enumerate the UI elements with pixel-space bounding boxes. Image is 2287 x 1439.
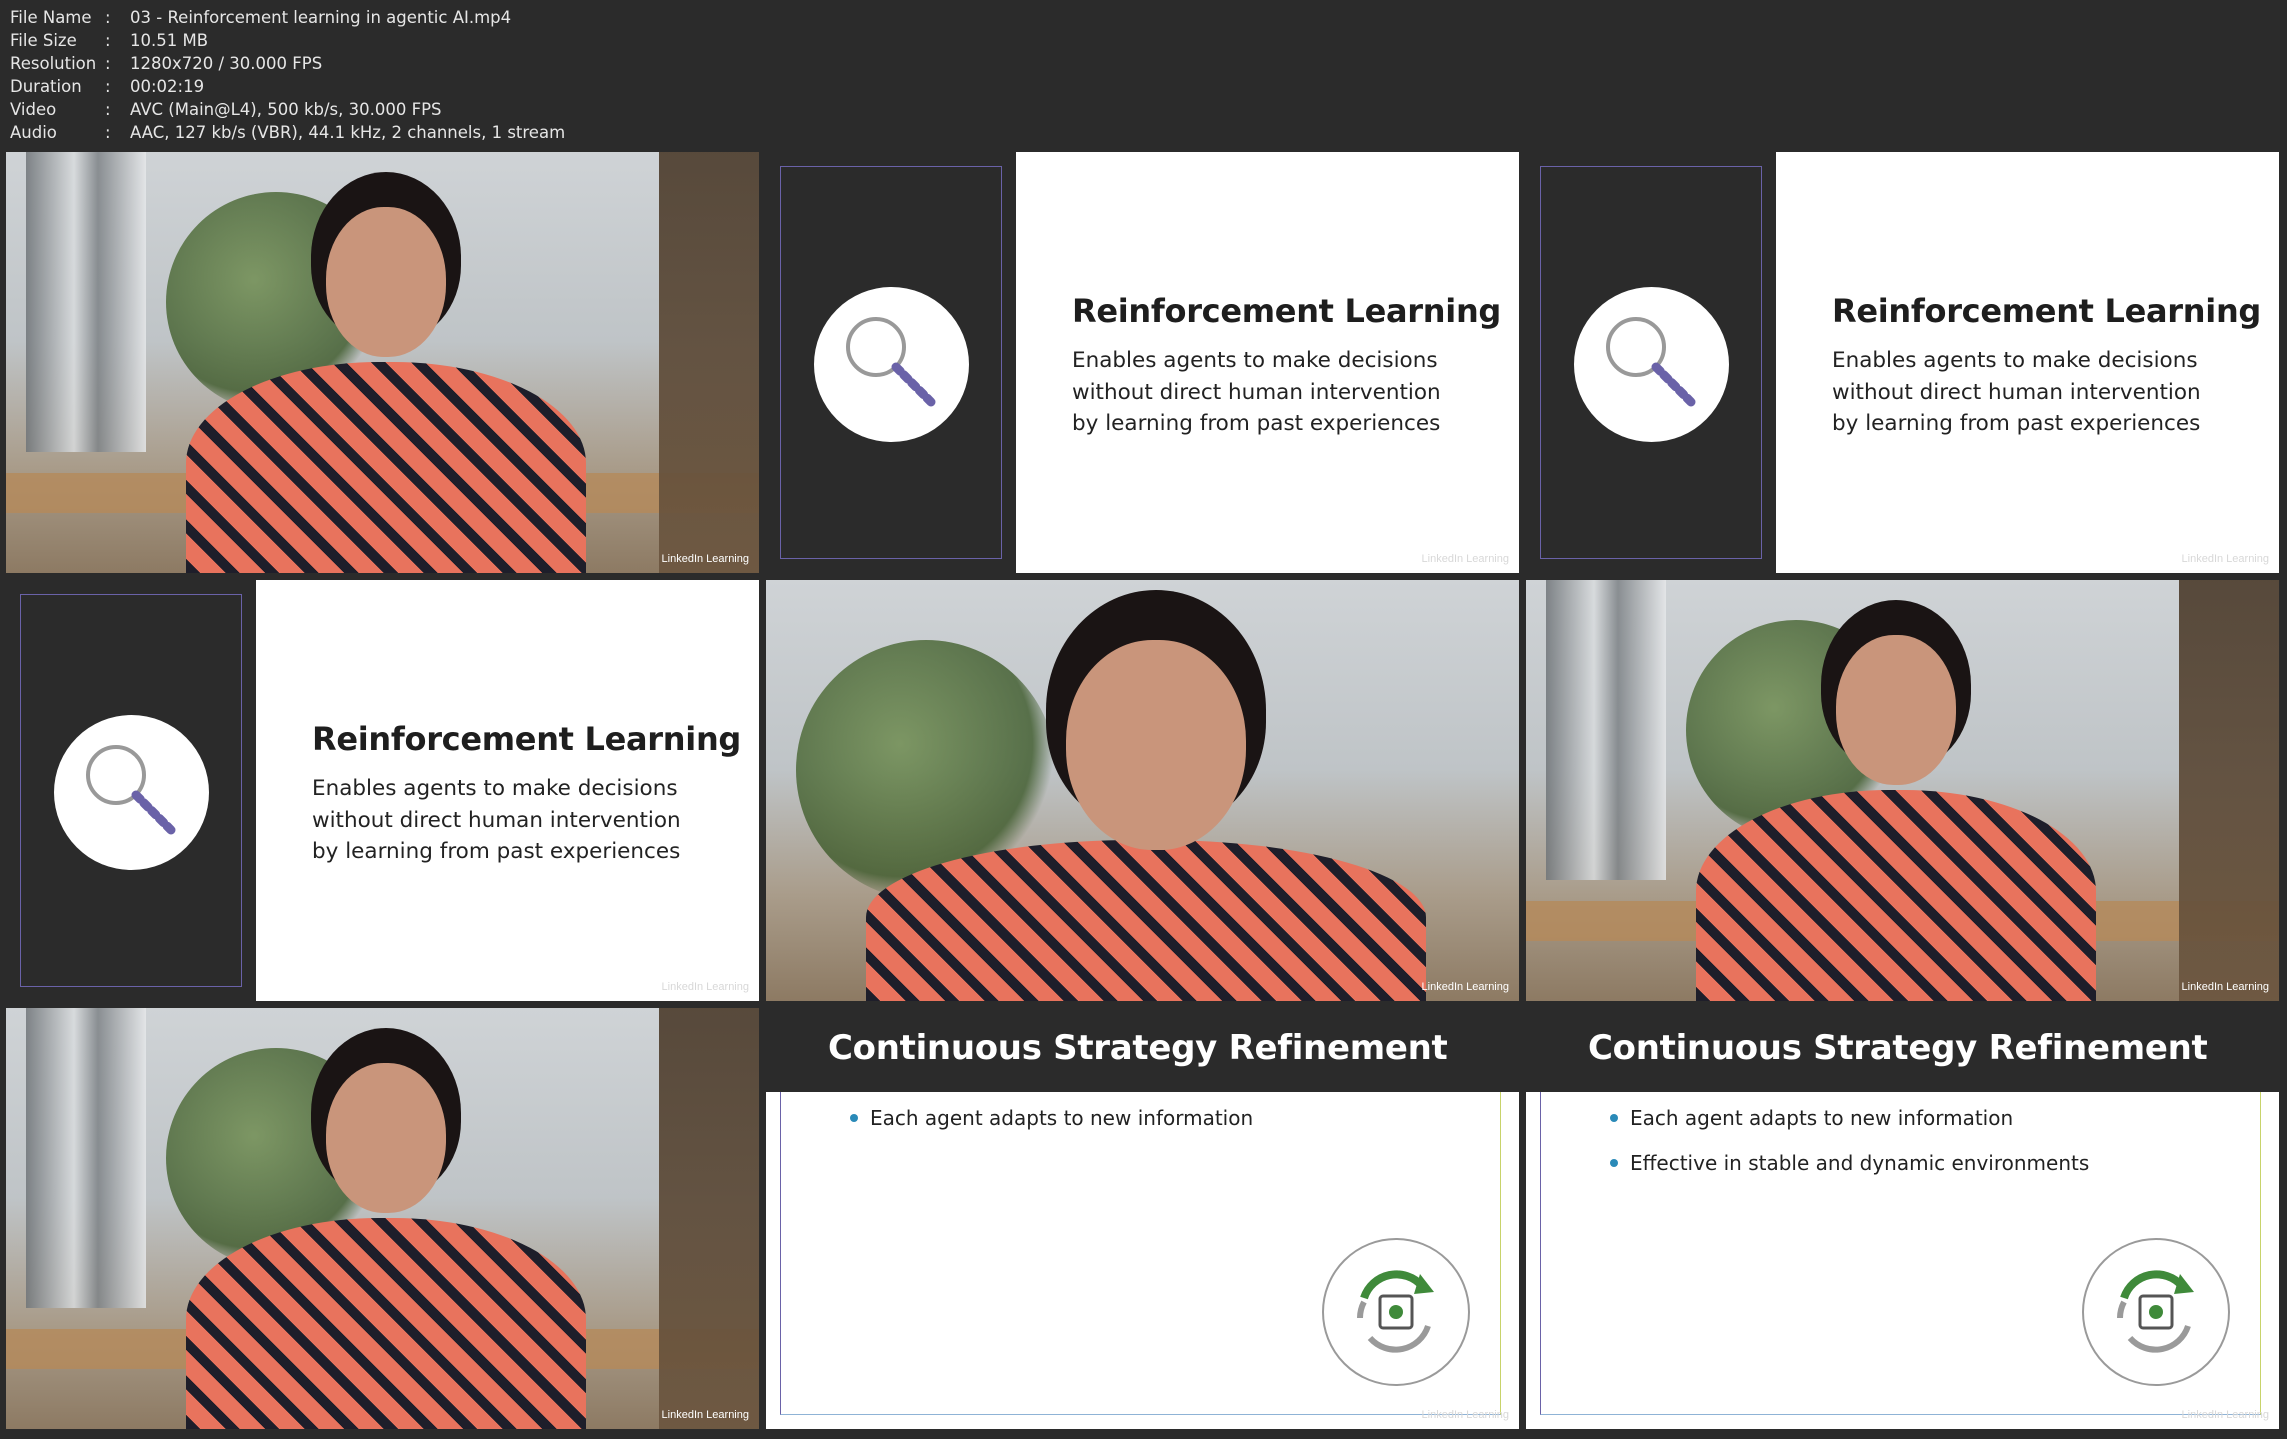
thumbnail-rl-slide[interactable]: Reinforcement Learning Enables agents to… — [1526, 152, 2279, 573]
bullet-list: Each agent adapts to new information — [848, 1108, 1253, 1153]
magnifier-icon — [1574, 287, 1729, 442]
thumbnail-presenter[interactable]: LinkedIn Learning — [6, 1008, 759, 1429]
linkedin-learning-watermark: LinkedIn Learning — [2181, 981, 2269, 993]
file-info-row: File Size:10.51 MB — [10, 31, 209, 50]
file-info-row: File Name:03 - Reinforcement learning in… — [10, 8, 512, 27]
linkedin-learning-watermark: LinkedIn Learning — [661, 1409, 749, 1421]
background-shelf — [659, 152, 759, 573]
magnifier-icon — [814, 287, 969, 442]
background-window — [26, 1008, 146, 1308]
thumbnail-rl-slide[interactable]: Reinforcement Learning Enables agents to… — [6, 580, 759, 1001]
linkedin-learning-watermark: LinkedIn Learning — [661, 981, 749, 993]
background-window — [1546, 580, 1666, 880]
background-window — [26, 152, 146, 452]
background-shelf — [659, 1008, 759, 1429]
slide-title: Continuous Strategy Refinement — [1588, 1028, 2208, 1068]
list-item: Each agent adapts to new information — [1608, 1108, 2089, 1128]
background-shelf — [2179, 580, 2279, 1001]
thumbnail-csr-slide[interactable]: Continuous Strategy Refinement Each agen… — [1526, 1008, 2279, 1429]
list-item: Effective in stable and dynamic environm… — [1608, 1153, 2089, 1173]
presenter-figure — [866, 590, 1426, 1001]
slide-title: Continuous Strategy Refinement — [828, 1028, 1448, 1068]
thumbnail-presenter[interactable]: LinkedIn Learning — [766, 580, 1519, 1001]
slide-body: Enables agents to make decisions without… — [1832, 348, 2201, 436]
file-info-row: Audio: AAC, 127 kb/s (VBR), 44.1 kHz, 2 c… — [10, 123, 566, 142]
slide-title: Reinforcement Learning — [1832, 292, 2262, 330]
presenter-figure — [186, 172, 586, 573]
magnifier-icon — [54, 715, 209, 870]
cycle-chip-icon — [1322, 1238, 1470, 1386]
thumbnail-csr-slide[interactable]: Continuous Strategy Refinement Each agen… — [766, 1008, 1519, 1429]
presenter-figure — [186, 1028, 586, 1429]
presenter-figure — [1696, 600, 2096, 1001]
slide-title: Reinforcement Learning — [312, 720, 742, 758]
thumbnail-rl-slide[interactable]: Reinforcement Learning Enables agents to… — [766, 152, 1519, 573]
linkedin-learning-watermark: LinkedIn Learning — [2181, 553, 2269, 565]
slide-body: Enables agents to make decisions without… — [312, 776, 681, 864]
linkedin-learning-watermark: LinkedIn Learning — [661, 553, 749, 565]
slide-title: Reinforcement Learning — [1072, 292, 1502, 330]
linkedin-learning-watermark: LinkedIn Learning — [1421, 553, 1509, 565]
bullet-list: Each agent adapts to new information Eff… — [1608, 1108, 2089, 1198]
thumbnail-grid: LinkedIn Learning Reinforcement Learning… — [6, 152, 2279, 1429]
thumbnail-presenter[interactable]: LinkedIn Learning — [1526, 580, 2279, 1001]
linkedin-learning-watermark: LinkedIn Learning — [1421, 981, 1509, 993]
file-info-row: Video: AVC (Main@L4), 500 kb/s, 30.000 FP… — [10, 100, 442, 119]
list-item: Each agent adapts to new information — [848, 1108, 1253, 1128]
thumbnail-presenter[interactable]: LinkedIn Learning — [6, 152, 759, 573]
linkedin-learning-watermark: LinkedIn Learning — [1421, 1409, 1509, 1421]
linkedin-learning-watermark: LinkedIn Learning — [2181, 1409, 2269, 1421]
slide-body: Enables agents to make decisions without… — [1072, 348, 1441, 436]
cycle-chip-icon — [2082, 1238, 2230, 1386]
file-info-row: Resolution:1280x720 / 30.000 FPS — [10, 54, 323, 73]
file-info-panel: File Name:03 - Reinforcement learning in… — [10, 6, 565, 144]
file-info-row: Duration:00:02:19 — [10, 77, 205, 96]
